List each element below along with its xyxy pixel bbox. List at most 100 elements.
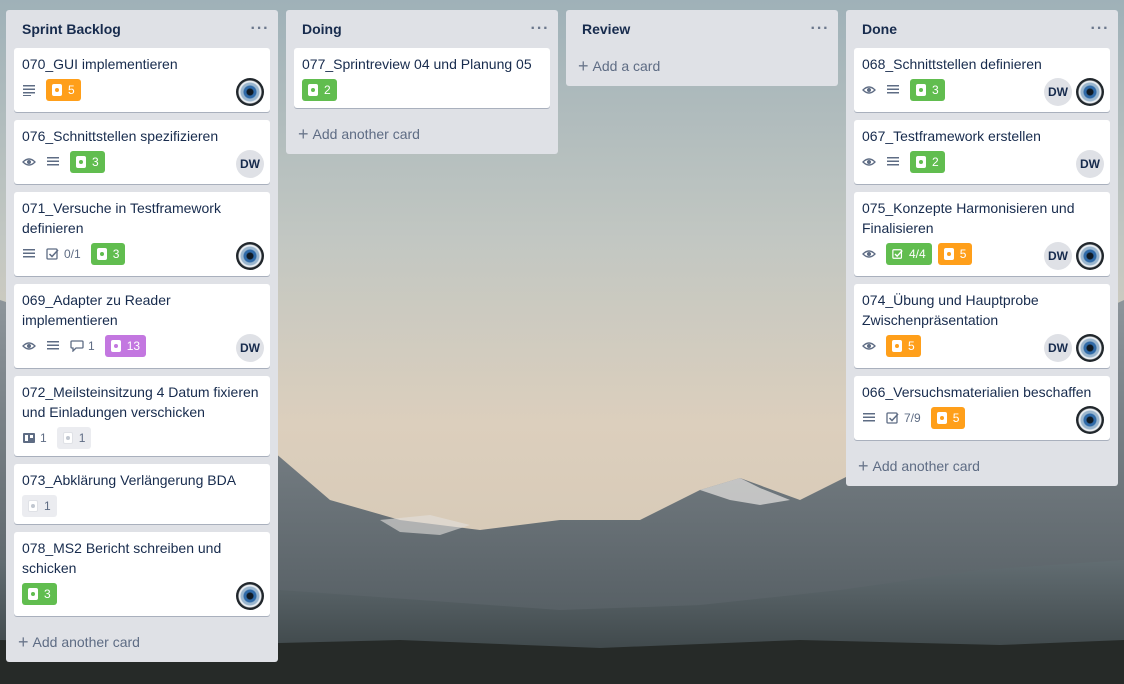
add-card-label: Add another card (312, 126, 420, 142)
story-points-value: 13 (126, 339, 141, 353)
list-title[interactable]: Doing (302, 21, 342, 37)
card[interactable]: 071_Versuche in Testframework definieren… (14, 192, 270, 276)
checklist-icon: 0/1 (46, 244, 81, 264)
avatar[interactable] (1076, 78, 1104, 106)
card[interactable]: 074_Übung und Hauptprobe Zwischenpräsent… (854, 284, 1110, 368)
card[interactable]: 069_Adapter zu Reader implementieren 1 1… (14, 284, 270, 368)
card[interactable]: 077_Sprintreview 04 und Planung 05 2 (294, 48, 550, 108)
list-menu-button[interactable]: ··· (808, 17, 832, 41)
avatar[interactable] (236, 242, 264, 270)
story-points-label: 3 (70, 151, 105, 173)
description-icon (886, 80, 900, 100)
story-points-label: 5 (886, 335, 921, 357)
description-icon (46, 152, 60, 172)
avatar[interactable]: DW (1076, 150, 1104, 178)
card[interactable]: 068_Schnittstellen definieren 3 DW (854, 48, 1110, 112)
checklist-icon: 7/9 (886, 408, 921, 428)
card-badges: 3 (22, 148, 262, 176)
points-icon (936, 412, 947, 424)
list-title[interactable]: Done (862, 21, 897, 37)
points-icon (892, 340, 902, 352)
card-title: 077_Sprintreview 04 und Planung 05 (302, 56, 532, 72)
plus-icon: + (578, 56, 589, 76)
story-points-label: 2 (910, 151, 945, 173)
story-points-label: 1 (22, 495, 57, 517)
list-menu-button[interactable]: ··· (528, 17, 552, 41)
card[interactable]: 073_Abklärung Verlängerung BDA 1 (14, 464, 270, 524)
card-title: 076_Schnittstellen spezifizieren (22, 128, 219, 144)
comment-icon: 1 (70, 336, 95, 356)
add-card-button[interactable]: + Add another card (294, 120, 420, 148)
add-card-button[interactable]: + Add another card (854, 452, 980, 480)
story-points-value: 3 (92, 155, 99, 169)
avatar[interactable] (236, 582, 264, 610)
story-points-label: 13 (104, 335, 147, 357)
card-members (232, 582, 264, 610)
avatar[interactable]: DW (236, 150, 264, 178)
story-points-label: 5 (937, 243, 973, 265)
card[interactable]: 078_MS2 Bericht schreiben und schicken 3 (14, 532, 270, 616)
description-icon (22, 80, 36, 100)
card[interactable]: 067_Testframework erstellen 2 DW (854, 120, 1110, 184)
description-icon (46, 336, 60, 356)
story-points-value: 5 (959, 247, 967, 261)
card-title: 069_Adapter zu Reader implementieren (22, 292, 171, 328)
story-points-value: 5 (908, 339, 915, 353)
avatar[interactable] (1076, 406, 1104, 434)
checklist-count: 4/4 (909, 247, 926, 261)
add-card-button[interactable]: + Add a card (574, 52, 660, 80)
story-points-value: 3 (44, 587, 51, 601)
points-icon (62, 432, 73, 444)
story-points-label: 3 (910, 79, 945, 101)
list-menu-button[interactable]: ··· (1088, 17, 1112, 41)
card-badges: 2 (302, 76, 542, 104)
card-title: 072_Meilsteinsitzung 4 Datum fixieren un… (22, 384, 259, 420)
card-title: 071_Versuche in Testframework definieren (22, 200, 221, 236)
card[interactable]: 072_Meilsteinsitzung 4 Datum fixieren un… (14, 376, 270, 456)
card[interactable]: 075_Konzepte Harmonisieren und Finalisie… (854, 192, 1110, 276)
card-title: 078_MS2 Bericht schreiben und schicken (22, 540, 222, 576)
card-members (1072, 406, 1104, 434)
card-members: DW (232, 150, 264, 178)
card[interactable]: 066_Versuchsmaterialien beschaffen 7/9 5 (854, 376, 1110, 440)
add-card-label: Add another card (32, 634, 140, 650)
avatar[interactable]: DW (1044, 242, 1072, 270)
points-icon (110, 340, 121, 352)
attachment-icon: 1 (22, 428, 47, 448)
avatar[interactable]: DW (1044, 334, 1072, 362)
list-header: Doing ··· (294, 10, 550, 48)
card-members: DW (1072, 150, 1104, 178)
list-header: Sprint Backlog ··· (14, 10, 270, 48)
card-badges: 3 (22, 580, 262, 608)
avatar[interactable] (1076, 242, 1104, 270)
points-icon (28, 588, 38, 600)
watch-icon (862, 336, 876, 356)
card[interactable]: 076_Schnittstellen spezifizieren 3 DW (14, 120, 270, 184)
description-icon (22, 244, 36, 264)
list-title[interactable]: Sprint Backlog (22, 21, 121, 37)
list-menu-button[interactable]: ··· (248, 17, 272, 41)
card-title: 068_Schnittstellen definieren (862, 56, 1042, 72)
story-points-label: 3 (90, 243, 126, 265)
card[interactable]: 070_GUI implementieren 5 (14, 48, 270, 112)
card-members: DW (1040, 242, 1104, 270)
list-done: Done ··· 068_Schnittstellen definieren 3… (846, 10, 1118, 486)
card-title: 070_GUI implementieren (22, 56, 178, 72)
story-points-value: 5 (68, 83, 75, 97)
card-members (232, 242, 264, 270)
card-badges: 0/1 3 (22, 240, 262, 268)
avatar[interactable] (1076, 334, 1104, 362)
card-title: 073_Abklärung Verlängerung BDA (22, 472, 237, 488)
watch-icon (862, 152, 876, 172)
list-title[interactable]: Review (582, 21, 630, 37)
points-icon (916, 156, 926, 168)
avatar[interactable] (236, 78, 264, 106)
avatar[interactable]: DW (236, 334, 264, 362)
points-icon (76, 156, 86, 168)
card-members: DW (1040, 78, 1104, 106)
story-points-value: 5 (952, 411, 960, 425)
avatar[interactable]: DW (1044, 78, 1072, 106)
checklist-count: 7/9 (904, 411, 921, 425)
card-members (232, 78, 264, 106)
add-card-button[interactable]: + Add another card (14, 628, 140, 656)
